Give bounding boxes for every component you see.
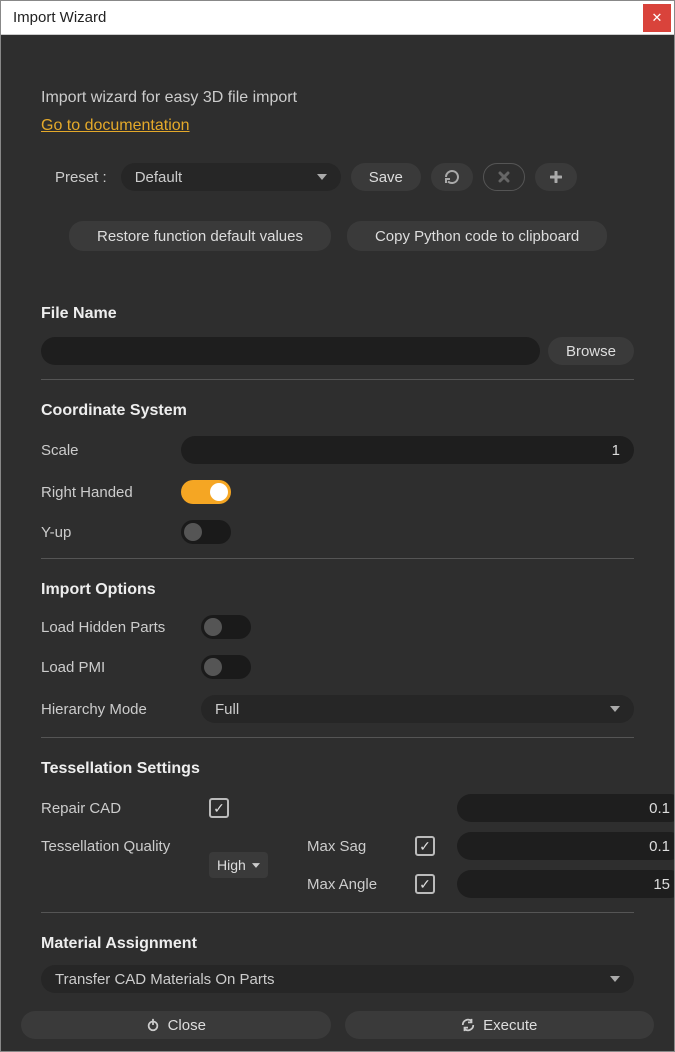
hierarchy-value: Full	[215, 701, 239, 718]
toggle-knob	[204, 618, 222, 636]
load-pmi-label: Load PMI	[41, 659, 201, 676]
copy-python-button[interactable]: Copy Python code to clipboard	[347, 221, 607, 251]
preset-value: Default	[135, 169, 183, 186]
plus-icon	[550, 171, 562, 183]
preset-refresh-button[interactable]	[431, 163, 473, 191]
tessellation-grid: Repair CAD ✓ mm Tessellation Quality Hig…	[41, 794, 634, 898]
check-icon: ✓	[213, 801, 225, 815]
chevron-down-icon	[610, 976, 620, 982]
toggle-knob	[210, 483, 228, 501]
scale-label: Scale	[41, 442, 181, 459]
section-title-material: Material Assignment	[41, 935, 634, 953]
load-pmi-toggle[interactable]	[201, 655, 251, 679]
chevron-down-icon	[610, 706, 620, 712]
tess-quality-label: Tessellation Quality	[41, 838, 201, 855]
execute-button[interactable]: Execute	[345, 1011, 655, 1039]
load-hidden-toggle[interactable]	[201, 615, 251, 639]
max-angle-input[interactable]	[457, 870, 674, 898]
max-angle-checkbox[interactable]: ✓	[415, 874, 435, 894]
tess-quality-value: High	[217, 857, 246, 873]
close-button-label: Close	[168, 1017, 206, 1034]
section-title-coord: Coordinate System	[41, 402, 634, 420]
file-name-input[interactable]	[41, 337, 540, 365]
dialog-body: Import wizard for easy 3D file import Go…	[1, 35, 674, 1003]
scale-input[interactable]	[181, 436, 634, 464]
close-icon: ✕	[652, 10, 663, 26]
repair-cad-checkbox[interactable]: ✓	[209, 798, 229, 818]
restore-defaults-button[interactable]: Restore function default values	[69, 221, 331, 251]
window-close-button[interactable]: ✕	[643, 4, 671, 32]
documentation-link[interactable]: Go to documentation	[41, 117, 190, 135]
y-up-label: Y-up	[41, 524, 181, 541]
window-title: Import Wizard	[13, 9, 643, 26]
max-sag-checkbox[interactable]: ✓	[415, 836, 435, 856]
import-wizard-window: Import Wizard ✕ Import wizard for easy 3…	[0, 0, 675, 1052]
preset-row: Preset : Default Save	[41, 163, 634, 191]
check-icon: ✓	[419, 877, 431, 891]
section-title-file-name: File Name	[41, 305, 634, 323]
delete-icon	[498, 171, 510, 183]
preset-delete-button[interactable]	[483, 163, 525, 191]
max-sag-label: Max Sag	[307, 838, 407, 855]
chevron-down-icon	[317, 174, 327, 180]
chevron-down-icon	[252, 863, 260, 868]
footer: Close Execute	[1, 1001, 674, 1051]
repair-cad-value-input[interactable]	[457, 794, 674, 822]
hierarchy-mode-select[interactable]: Full	[201, 695, 634, 723]
check-icon: ✓	[419, 839, 431, 853]
y-up-toggle[interactable]	[181, 520, 231, 544]
close-button[interactable]: Close	[21, 1011, 331, 1039]
right-handed-toggle[interactable]	[181, 480, 231, 504]
section-title-tessellation: Tessellation Settings	[41, 760, 634, 778]
separator	[41, 558, 634, 559]
preset-select[interactable]: Default	[121, 163, 341, 191]
separator	[41, 912, 634, 913]
preset-label: Preset :	[55, 169, 107, 186]
repair-cad-label: Repair CAD	[41, 800, 201, 817]
preset-save-button[interactable]: Save	[351, 163, 421, 191]
execute-button-label: Execute	[483, 1017, 537, 1034]
material-value: Transfer CAD Materials On Parts	[55, 971, 275, 988]
section-title-import-options: Import Options	[41, 581, 634, 599]
hierarchy-mode-label: Hierarchy Mode	[41, 701, 201, 718]
browse-button[interactable]: Browse	[548, 337, 634, 365]
refresh-icon	[461, 1018, 475, 1032]
right-handed-label: Right Handed	[41, 484, 181, 501]
material-assignment-select[interactable]: Transfer CAD Materials On Parts	[41, 965, 634, 993]
action-buttons-row: Restore function default values Copy Pyt…	[41, 221, 634, 251]
power-icon	[146, 1018, 160, 1032]
titlebar: Import Wizard ✕	[1, 1, 674, 35]
tess-quality-select[interactable]: High	[209, 852, 268, 878]
toggle-knob	[184, 523, 202, 541]
separator	[41, 379, 634, 380]
preset-add-button[interactable]	[535, 163, 577, 191]
separator	[41, 737, 634, 738]
intro-text: Import wizard for easy 3D file import	[41, 89, 634, 107]
refresh-icon	[444, 169, 460, 185]
max-sag-input[interactable]	[457, 832, 674, 860]
max-angle-label: Max Angle	[307, 876, 407, 893]
toggle-knob	[204, 658, 222, 676]
load-hidden-label: Load Hidden Parts	[41, 619, 201, 636]
